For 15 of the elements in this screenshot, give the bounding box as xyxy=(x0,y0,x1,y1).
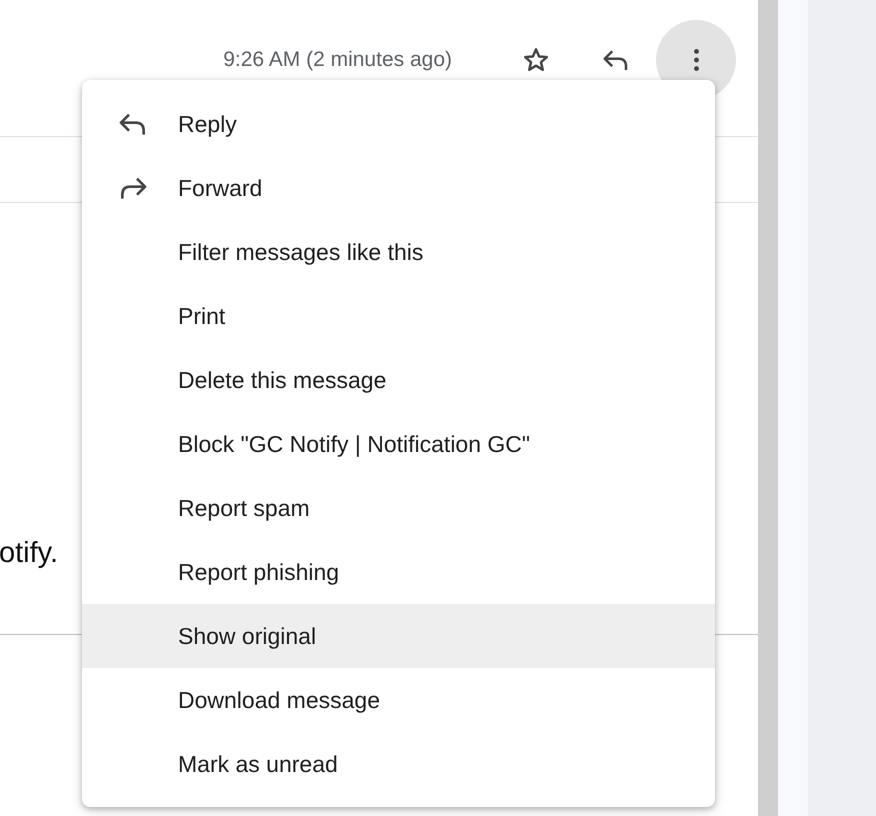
more-icon xyxy=(694,49,698,71)
menu-item[interactable]: Report spam xyxy=(82,476,715,540)
menu-item[interactable]: Forward xyxy=(82,156,715,220)
menu-item[interactable]: Delete this message xyxy=(82,348,715,412)
scrollbar[interactable] xyxy=(758,0,778,816)
menu-item[interactable]: Mark as unread xyxy=(82,732,715,796)
menu-item[interactable]: Filter messages like this xyxy=(82,220,715,284)
menu-item[interactable]: Show original xyxy=(82,604,715,668)
menu-item[interactable]: Print xyxy=(82,284,715,348)
menu-item[interactable]: Reply xyxy=(82,92,715,156)
body-text: otify. xyxy=(0,537,58,570)
menu-item[interactable]: Download message xyxy=(82,668,715,732)
message-time: 9:26 AM (2 minutes ago) xyxy=(223,48,452,72)
menu-item[interactable]: Block "GC Notify | Notification GC" xyxy=(82,412,715,476)
menu-item[interactable]: Report phishing xyxy=(82,540,715,604)
